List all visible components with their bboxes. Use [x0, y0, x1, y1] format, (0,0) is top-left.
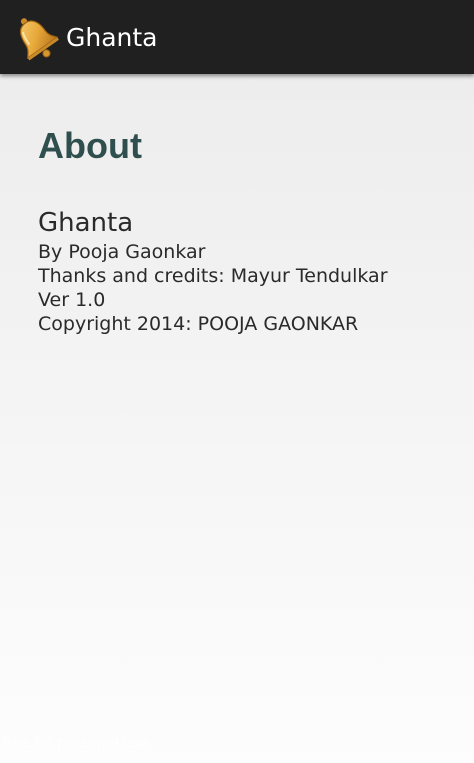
author-text: By Pooja Gaonkar	[38, 241, 206, 263]
about-heading: About	[38, 125, 142, 166]
about-content: About Ghanta By Pooja Gaonkar Thanks and…	[38, 122, 458, 336]
bell-icon[interactable]	[10, 12, 60, 62]
action-bar: Ghanta	[0, 0, 474, 74]
app-name: Ghanta	[38, 208, 134, 238]
watermark-text: free for personal use	[2, 735, 149, 752]
app-title: Ghanta	[66, 23, 158, 52]
version-text: Ver 1.0	[38, 289, 106, 311]
copyright-text: Copyright 2014: POOJA GAONKAR	[38, 313, 359, 335]
credits-text: Thanks and credits: Mayur Tendulkar	[38, 265, 388, 287]
